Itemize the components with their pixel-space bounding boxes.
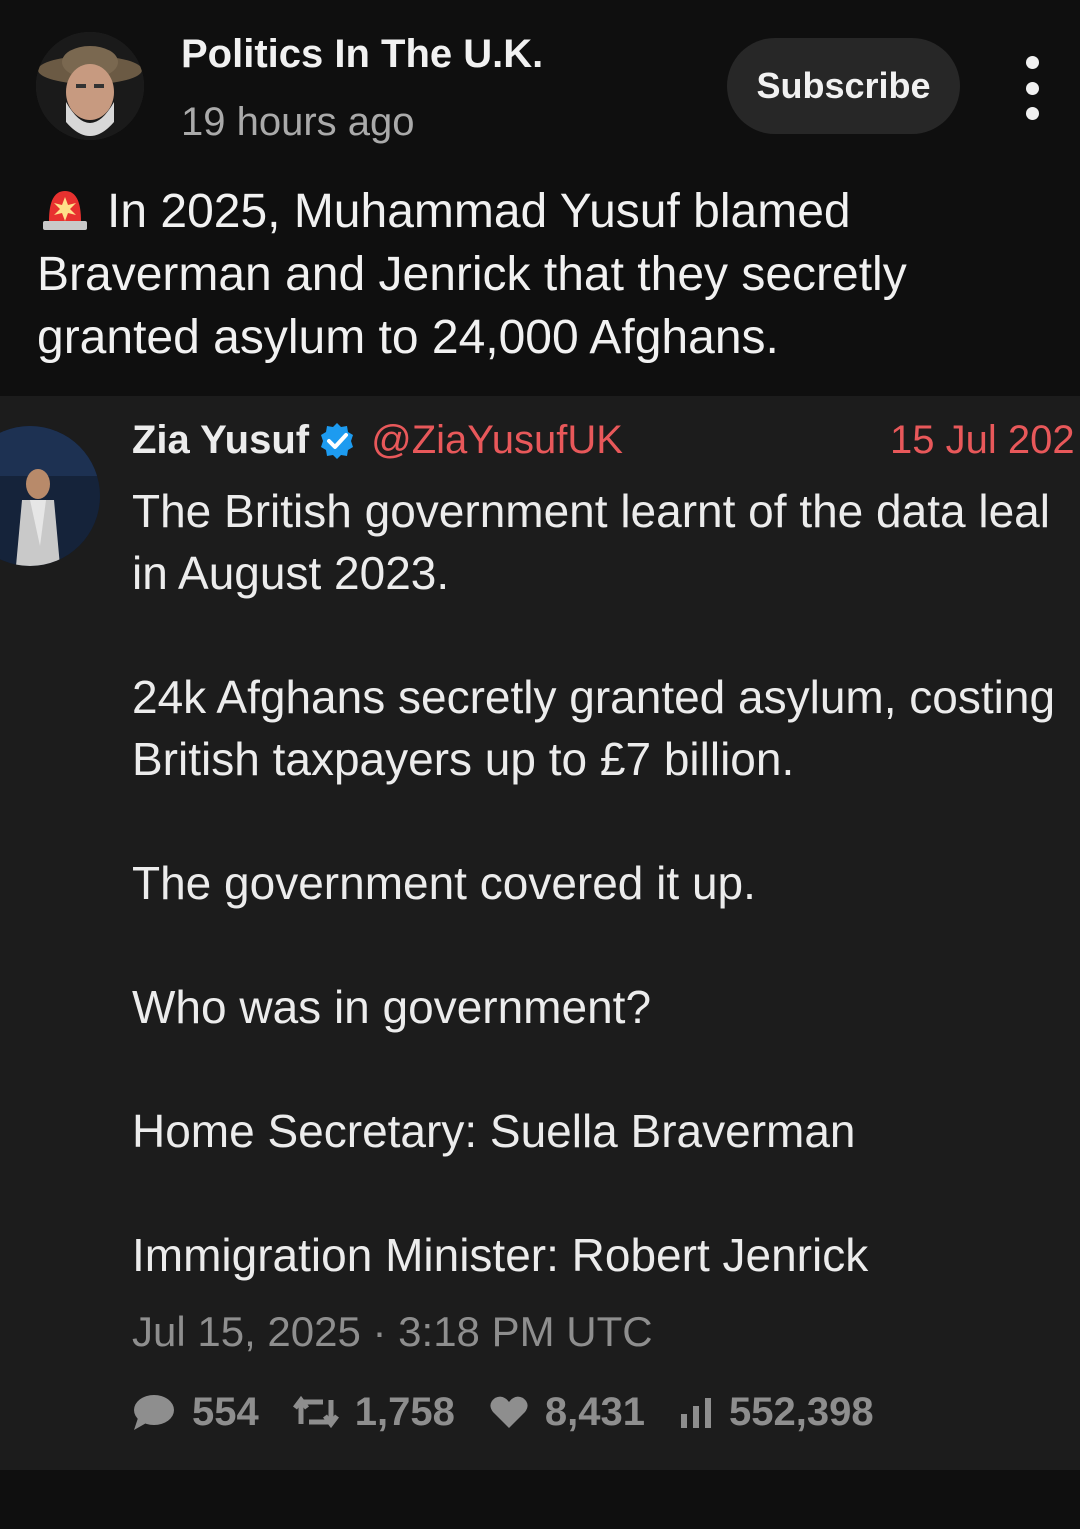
post-header: Politics In The U.K. 19 hours ago Subscr… <box>0 0 1080 170</box>
tweet-paragraph: The government covered it up. <box>132 857 756 909</box>
embedded-tweet[interactable]: Zia Yusuf @ZiaYusufUK 15 Jul 202 The Bri… <box>0 396 1080 1470</box>
like-stat[interactable]: 8,431 <box>489 1390 645 1435</box>
like-count: 8,431 <box>544 1389 645 1434</box>
reply-stat[interactable]: 554 <box>132 1390 259 1435</box>
tweet-paragraph: 24k Afghans secretly granted asylum, cos… <box>132 671 1056 785</box>
tweet-author-handle[interactable]: @ZiaYusufUK <box>371 418 623 462</box>
views-count: 552,398 <box>728 1389 874 1434</box>
retweet-stat[interactable]: 1,758 <box>292 1389 455 1435</box>
heart-icon <box>490 1396 528 1428</box>
tweet-posted-at: Jul 15, 2025 · 3:18 PM UTC <box>132 1308 653 1355</box>
retweet-icon <box>292 1395 339 1429</box>
tweet-body: The British government learnt of the dat… <box>132 480 1080 1286</box>
tweet-author-avatar[interactable] <box>0 426 100 566</box>
channel-name[interactable]: Politics In The U.K. <box>181 32 543 77</box>
comment-icon <box>134 1395 174 1430</box>
views-bar-chart-icon <box>680 1398 711 1428</box>
post-timestamp: 19 hours ago <box>181 100 415 144</box>
post-body-text: In 2025, Muhammad Yusuf blamed Braverman… <box>37 185 907 364</box>
more-options-icon[interactable] <box>1010 56 1054 120</box>
post-text: In 2025, Muhammad Yusuf blamed Braverman… <box>37 180 1037 369</box>
channel-avatar[interactable] <box>36 32 144 140</box>
tweet-date[interactable]: 15 Jul 202 <box>890 418 1075 463</box>
reply-count: 554 <box>192 1389 259 1434</box>
siren-icon <box>37 181 93 233</box>
subscribe-button[interactable]: Subscribe <box>727 38 960 134</box>
tweet-stats: 554 1,758 8,431 552,398 <box>132 1386 908 1438</box>
tweet-paragraph: Who was in government? <box>132 981 652 1033</box>
tweet-paragraph: Immigration Minister: Robert Jenrick <box>132 1229 869 1281</box>
tweet-header: Zia Yusuf @ZiaYusufUK <box>132 418 623 468</box>
tweet-paragraph: The British government learnt of the dat… <box>132 485 1050 599</box>
tweet-paragraph: Home Secretary: Suella Braverman <box>132 1105 856 1157</box>
tweet-author-name[interactable]: Zia Yusuf <box>132 418 309 462</box>
verified-badge-icon <box>317 421 357 461</box>
views-stat[interactable]: 552,398 <box>679 1390 874 1435</box>
retweet-count: 1,758 <box>354 1389 455 1434</box>
